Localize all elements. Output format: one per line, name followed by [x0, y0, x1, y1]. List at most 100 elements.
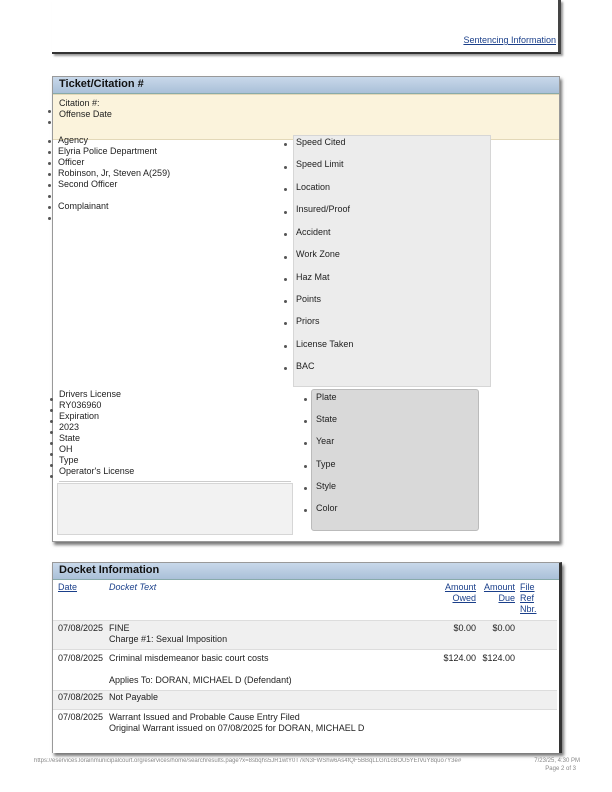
docket-row-amount-owed: $124.00	[443, 653, 476, 663]
bullet-dot	[304, 442, 307, 445]
complainant-label: Complainant	[58, 201, 109, 211]
bullet-dot	[50, 398, 53, 401]
sentencing-information-link[interactable]: Sentencing Information	[463, 35, 556, 45]
docket-information-title: Docket Information	[53, 563, 559, 580]
citation-band: Citation #: Offense Date	[53, 94, 559, 140]
license-lower-box	[57, 483, 293, 535]
docket-row-amount-owed: $0.00	[453, 623, 476, 633]
bullet-dot	[284, 367, 287, 370]
plate-label: Plate	[316, 392, 337, 402]
docket-row-date: 07/08/2025	[58, 653, 104, 663]
footer-datetime: 7/23/25, 4:30 PM	[534, 758, 580, 764]
date-column-header[interactable]: Date	[58, 582, 77, 593]
amount-due-header[interactable]: Amount Due	[478, 582, 515, 604]
docket-row-text: Not Payable	[109, 692, 159, 702]
vehicle-details-box: Plate State Year Type Style Color	[311, 389, 479, 531]
docket-row-text: Warrant Issued and Probable Cause Entry …	[109, 712, 300, 722]
insured-proof-label: Insured/Proof	[296, 204, 351, 214]
bullet-dot	[48, 162, 51, 165]
bullet-dot	[284, 143, 287, 146]
drivers-license-block: Drivers License RY036960 Expiration 2023…	[59, 389, 291, 482]
amount-owed-header-line1: Amount	[444, 582, 476, 592]
vehicle-state-label: State	[316, 414, 338, 424]
bullet-dot	[48, 121, 51, 124]
bullet-dot	[304, 398, 307, 401]
bullet-dot	[50, 464, 53, 467]
bullet-dot	[284, 211, 287, 214]
bullet-dot	[304, 420, 307, 423]
docket-row-date: 07/08/2025	[58, 712, 104, 722]
type-value: Operator's License	[59, 466, 135, 476]
file-header-line3: Nbr.	[520, 604, 537, 614]
bullet-dot	[48, 195, 51, 198]
agency-officer-block: Agency Elyria Police Department Officer …	[58, 135, 288, 212]
points-label: Points	[296, 294, 322, 304]
drivers-license-label: Drivers License	[59, 389, 122, 399]
file-header-line1: File	[520, 582, 535, 592]
agency-label: Agency	[58, 135, 89, 145]
file-ref-number-header[interactable]: File Ref Nbr.	[520, 582, 540, 615]
amount-owed-header-line2: Owed	[452, 593, 476, 603]
ticket-citation-title: Ticket/Citation #	[53, 77, 559, 94]
license-taken-label: License Taken	[296, 339, 354, 349]
bullet-dot	[50, 453, 53, 456]
bullet-dot	[48, 173, 51, 176]
bullet-dot	[48, 217, 51, 220]
work-zone-label: Work Zone	[296, 249, 340, 259]
previous-section-frame	[52, 0, 561, 54]
amount-due-header-line2: Due	[498, 593, 515, 603]
bullet-dot	[48, 184, 51, 187]
offense-date-label: Offense Date	[59, 109, 112, 119]
state-value: OH	[59, 444, 73, 454]
haz-mat-label: Haz Mat	[296, 272, 330, 282]
speed-cited-label: Speed Cited	[296, 137, 346, 147]
bullet-dot	[284, 233, 287, 236]
docket-row-date: 07/08/2025	[58, 692, 104, 702]
bullet-dot	[284, 300, 287, 303]
ticket-citation-panel: Ticket/Citation # Citation #: Offense Da…	[52, 76, 560, 542]
officer-value: Robinson, Jr, Steven A(259)	[58, 168, 171, 178]
bullet-dot	[48, 206, 51, 209]
location-label: Location	[296, 182, 331, 192]
bullet-dot	[284, 166, 287, 169]
officer-label: Officer	[58, 157, 85, 167]
amount-owed-header[interactable]: Amount Owed	[436, 582, 476, 604]
docket-row-text: Criminal misdemeanor basic court costs	[109, 653, 269, 663]
bullet-dot	[304, 487, 307, 490]
bullet-dot	[304, 509, 307, 512]
state-label: State	[59, 433, 81, 443]
bullet-dot	[50, 409, 53, 412]
drivers-license-value: RY036960	[59, 400, 102, 410]
docket-row-date: 07/08/2025	[58, 623, 104, 633]
bullet-dot	[50, 431, 53, 434]
docket-row-text-detail: Original Warrant issued on 07/08/2025 fo…	[109, 723, 365, 733]
expiration-value: 2023	[59, 422, 80, 432]
second-officer-value	[58, 190, 288, 201]
footer-url: https://eservices.lorainmunicipalcourt.o…	[34, 758, 462, 764]
docket-row-amount-due: $0.00	[492, 623, 515, 633]
priors-label: Priors	[296, 316, 320, 326]
expiration-label: Expiration	[59, 411, 100, 421]
bullet-dot	[50, 442, 53, 445]
file-header-line2: Ref	[520, 593, 535, 603]
agency-value: Elyria Police Department	[58, 146, 158, 156]
style-label: Style	[316, 481, 337, 491]
docket-text-column-header: Docket Text	[109, 582, 157, 592]
bullet-dot	[48, 151, 51, 154]
docket-row-applies-to: Applies To: DORAN, MICHAEL D (Defendant)	[109, 675, 292, 685]
citation-number-label: Citation #:	[59, 98, 100, 108]
bullet-dot	[284, 256, 287, 259]
bullet-dot	[50, 420, 53, 423]
violation-details-box: Speed Cited Speed Limit Location Insured…	[293, 135, 491, 387]
bullet-dot	[48, 110, 51, 113]
bullet-dot	[284, 322, 287, 325]
bullet-dot	[304, 465, 307, 468]
docket-row-text: FINE	[109, 623, 130, 633]
year-label: Year	[316, 436, 335, 446]
amount-due-header-line1: Amount	[483, 582, 515, 592]
accident-label: Accident	[296, 227, 331, 237]
bullet-dot	[48, 140, 51, 143]
bac-label: BAC	[296, 361, 315, 371]
color-label: Color	[316, 503, 338, 513]
docket-row-text-detail: Charge #1: Sexual Imposition	[109, 634, 228, 644]
